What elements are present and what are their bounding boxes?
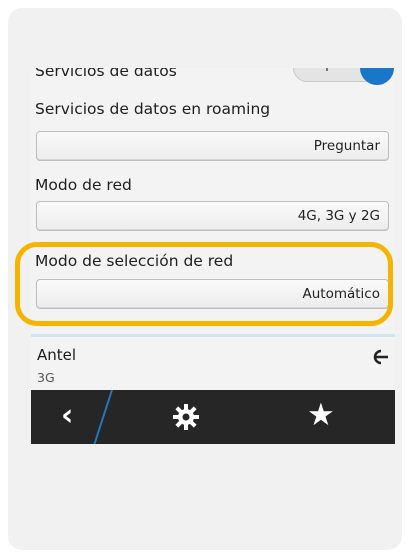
action-bar: ‹ ★ <box>31 390 395 444</box>
network-type: 3G <box>37 370 55 385</box>
roaming-value: Preguntar <box>313 138 380 154</box>
star-icon[interactable]: ★ <box>307 397 335 433</box>
data-services-toggle[interactable] <box>293 68 394 85</box>
toggle-knob[interactable] <box>360 68 394 85</box>
data-services-label: Servicios de datos <box>35 68 177 80</box>
section-divider <box>31 334 395 337</box>
gear-icon[interactable] <box>171 402 201 432</box>
network-selection-select[interactable]: Automático <box>36 279 389 309</box>
back-arrow-icon: ‹ <box>61 398 74 433</box>
network-mode-value: 4G, 3G y 2G <box>297 208 380 224</box>
network-list-item[interactable]: Antel 3G <box>31 338 395 390</box>
settings-screen: Servicios de datos Servicios de datos en… <box>31 68 395 444</box>
network-mode-label: Modo de red <box>35 176 132 194</box>
data-services-row[interactable]: Servicios de datos <box>31 68 395 85</box>
network-selection-value: Automático <box>302 286 381 302</box>
toggle-on-mark <box>326 68 328 71</box>
network-mode-select[interactable]: 4G, 3G y 2G <box>36 201 389 231</box>
signal-connector-icon <box>373 349 388 365</box>
roaming-label: Servicios de datos en roaming <box>35 100 271 118</box>
network-name: Antel <box>37 346 77 364</box>
roaming-select[interactable]: Preguntar <box>36 131 389 161</box>
network-selection-label: Modo de selección de red <box>35 252 234 270</box>
